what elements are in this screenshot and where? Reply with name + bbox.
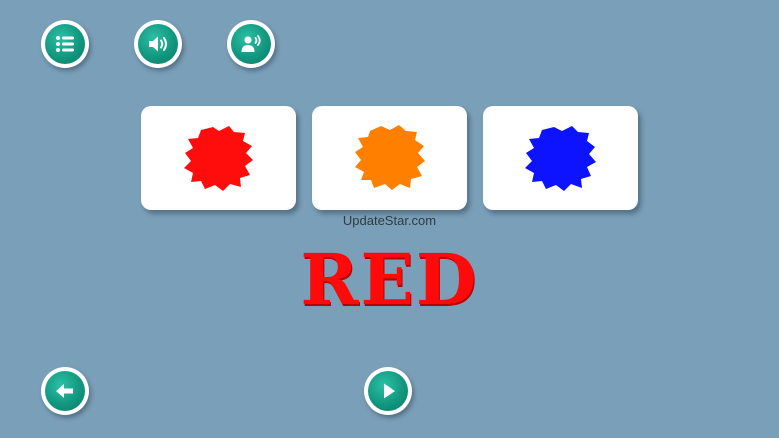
speaker-volume-icon <box>149 36 167 52</box>
splash-shape <box>183 126 253 191</box>
paint-splash-orange <box>354 125 425 190</box>
voice-button[interactable] <box>227 20 275 68</box>
color-card-blue[interactable] <box>483 106 638 210</box>
splash-shape <box>524 126 596 191</box>
watermark-text: UpdateStar.com <box>342 213 437 228</box>
play-triangle-icon <box>384 383 395 399</box>
next-button[interactable] <box>364 367 412 415</box>
color-card-orange[interactable] <box>312 106 467 210</box>
sound-button[interactable] <box>134 20 182 68</box>
list-menu-icon <box>56 36 74 52</box>
color-card-red[interactable] <box>141 106 296 210</box>
splash-shape <box>354 125 425 190</box>
person-speaking-icon <box>241 35 261 52</box>
color-name-word: RED <box>300 238 479 321</box>
paint-splash-blue <box>524 126 596 191</box>
menu-button[interactable] <box>41 20 89 68</box>
paint-splash-red <box>183 126 253 191</box>
back-button[interactable] <box>41 367 89 415</box>
arrow-left-icon <box>56 384 73 398</box>
